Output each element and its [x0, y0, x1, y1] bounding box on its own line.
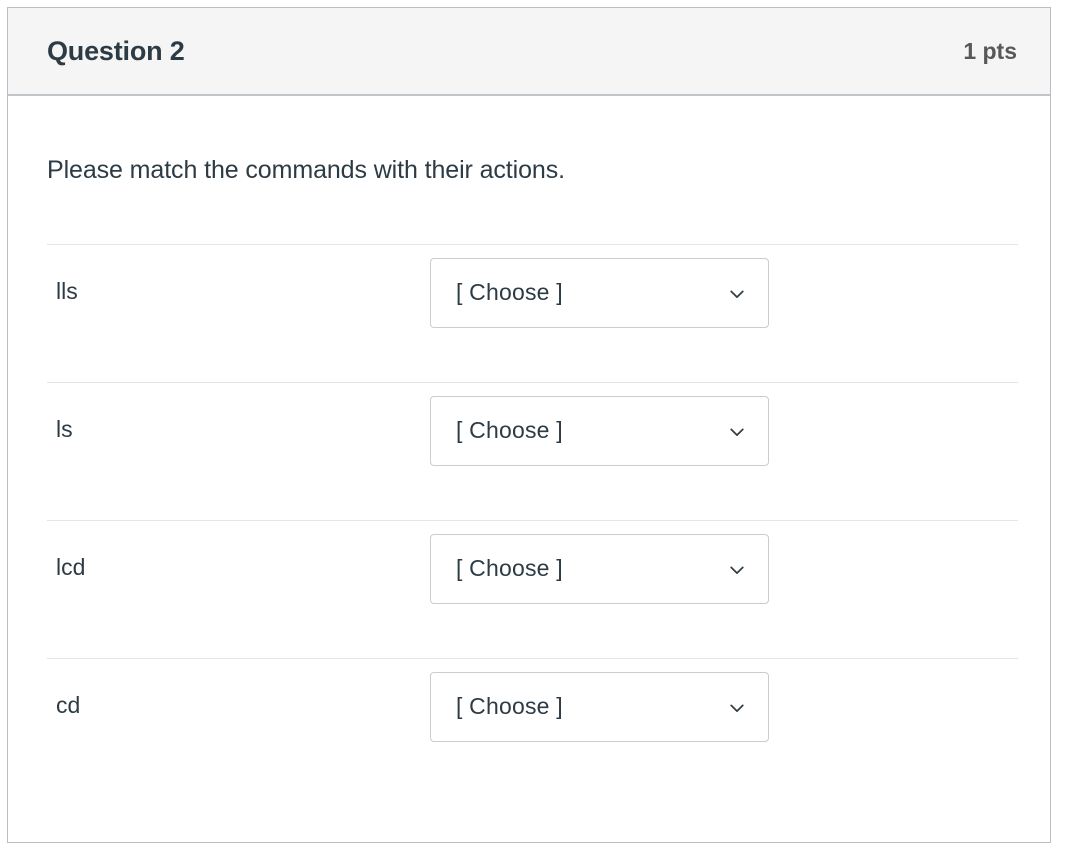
question-prompt: Please match the commands with their act…	[47, 156, 565, 184]
question-header: Question 2 1 pts	[8, 8, 1050, 96]
answer-row: ls [ Choose ]	[47, 381, 1018, 520]
answer-term-label: lcd	[56, 553, 86, 580]
question-card: Question 2 1 pts Please match the comman…	[7, 7, 1051, 843]
chevron-down-icon	[728, 561, 746, 579]
answer-match-select-value: [ Choose ]	[456, 279, 563, 306]
answer-row: lls [ Choose ]	[47, 243, 1018, 382]
answer-row: lcd [ Choose ]	[47, 519, 1018, 658]
matching-answers-list: lls [ Choose ] ls [ Choose ] lcd [Choos…	[47, 243, 1018, 796]
question-title: Question 2	[47, 35, 185, 66]
answer-term-label: cd	[56, 691, 81, 718]
chevron-down-icon	[728, 423, 746, 441]
answer-match-select[interactable]: [ Choose ]	[430, 395, 769, 466]
chevron-down-icon	[728, 285, 746, 303]
question-points: 1 pts	[963, 37, 1017, 64]
answer-term-label: ls	[56, 415, 73, 442]
answer-match-select[interactable]: [ Choose ]	[430, 671, 769, 742]
answer-term-label: lls	[56, 277, 78, 304]
question-body: Please match the commands with their act…	[8, 96, 1050, 796]
answer-match-select[interactable]: [ Choose ]	[430, 257, 769, 328]
answer-match-select-value: [ Choose ]	[456, 417, 563, 444]
chevron-down-icon	[728, 699, 746, 717]
answer-match-select-value: [ Choose ]	[456, 555, 563, 582]
answer-row: cd [ Choose ]	[47, 657, 1018, 796]
answer-match-select-value: [ Choose ]	[456, 693, 563, 720]
answer-match-select[interactable]: [ Choose ]	[430, 533, 769, 604]
